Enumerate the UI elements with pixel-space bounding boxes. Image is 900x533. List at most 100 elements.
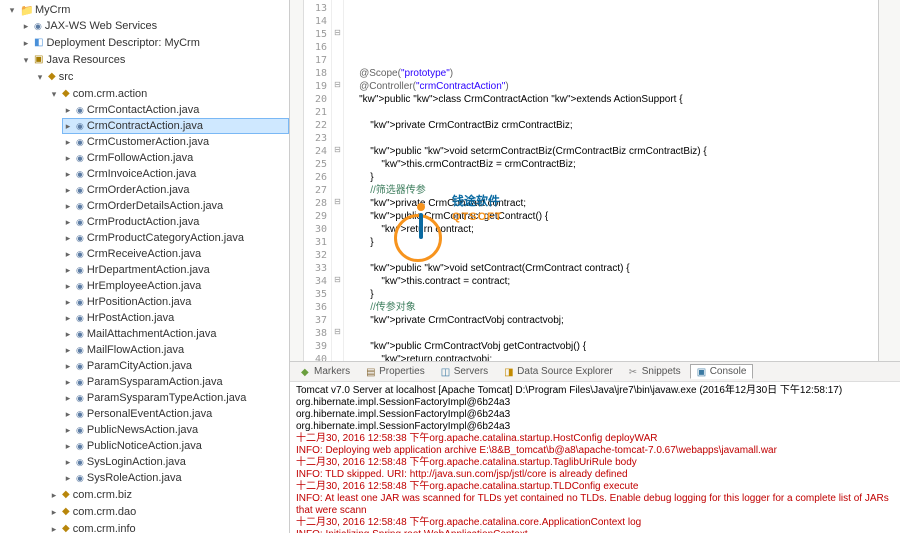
tree-file[interactable]: ▸CrmOrderAction.java [62,182,289,198]
java-file-icon [76,199,84,213]
chevron-right-icon[interactable]: ▸ [63,359,73,373]
code-line [348,106,874,119]
tree-label: HrEmployeeAction.java [87,279,201,293]
tree-label: com.crm.info [73,522,136,533]
tree-file[interactable]: ▸HrPositionAction.java [62,294,289,310]
chevron-right-icon[interactable]: ▸ [63,391,73,405]
chevron-right-icon[interactable]: ▸ [63,263,73,277]
tree-depdesc[interactable]: ▸ Deployment Descriptor: MyCrm [20,34,289,51]
tree-label: CrmInvoiceAction.java [87,167,196,181]
tree-label: CrmReceiveAction.java [87,247,201,261]
tree-file[interactable]: ▸ParamSysparamAction.java [62,374,289,390]
tree-label: MyCrm [35,3,70,17]
chevron-right-icon[interactable]: ▸ [63,423,73,437]
tab-servers[interactable]: Servers [434,364,495,379]
chevron-right-icon[interactable]: ▸ [63,199,73,213]
chevron-right-icon[interactable]: ▸ [63,167,73,181]
chevron-down-icon[interactable]: ▾ [49,87,59,101]
chevron-right-icon[interactable]: ▸ [63,439,73,453]
chevron-right-icon[interactable]: ▸ [63,343,73,357]
chevron-right-icon[interactable]: ▸ [63,327,73,341]
tab-snippets[interactable]: Snippets [622,364,688,379]
chevron-right-icon[interactable]: ▸ [63,119,73,133]
tree-file[interactable]: ▸ HrPostAction.java [62,310,289,326]
tree-file[interactable]: ▸CrmOrderDetailsAction.java [62,198,289,214]
java-file-icon [76,103,84,117]
tree-file[interactable]: ▸CrmCustomerAction.java [62,134,289,150]
tab-properties[interactable]: Properties [359,364,432,379]
chevron-right-icon[interactable]: ▸ [63,407,73,421]
overview-ruler[interactable] [878,0,900,361]
tree-file[interactable]: ▸CrmContactAction.java [62,102,289,118]
tree-file[interactable]: ▸CrmFollowAction.java [62,150,289,166]
tree-file[interactable]: ▸SysLoginAction.java [62,454,289,470]
console-output[interactable]: Tomcat v7.0 Server at localhost [Apache … [290,382,900,533]
chevron-down-icon[interactable]: ▾ [35,70,45,84]
chevron-right-icon[interactable]: ▸ [63,295,73,309]
tree-file[interactable]: ▸ParamSysparamTypeAction.java [62,390,289,406]
tree-label: Deployment Descriptor: MyCrm [46,36,199,50]
globe-icon [34,19,42,33]
java-file-icon [76,327,84,341]
tree-file[interactable]: ▸CrmContractAction.java [62,118,289,134]
tree-project[interactable]: ▾ MyCrm [6,2,289,18]
tree-label: src [59,70,74,84]
tab-markers[interactable]: Markers [294,364,357,379]
watermark-logo [394,188,449,243]
tree-file[interactable]: ▸ CrmInvoiceAction.java [62,166,289,182]
project-explorer[interactable]: ▾ MyCrm ▸JAX-WS Web Services ▸ Deployment… [0,0,290,533]
tab-console[interactable]: Console [690,364,754,379]
chevron-right-icon[interactable]: ▸ [63,231,73,245]
tree-file[interactable]: ▸MailFlowAction.java [62,342,289,358]
tab-data-source[interactable]: Data Source Explorer [497,364,620,379]
chevron-down-icon[interactable]: ▾ [21,53,31,67]
chevron-right-icon[interactable]: ▸ [63,151,73,165]
chevron-right-icon[interactable]: ▸ [63,183,73,197]
chevron-right-icon[interactable]: ▸ [21,36,31,50]
java-file-icon [76,407,84,421]
chevron-right-icon[interactable]: ▸ [49,522,59,533]
code-body[interactable]: 钱途软件 QTSOFT @Scope("prototype") @Control… [344,0,878,361]
chevron-right-icon[interactable]: ▸ [49,488,59,502]
bottom-panel: Markers Properties Servers Data Source E… [290,361,900,533]
code-editor[interactable]: 1314151617181920212223242526272829303132… [290,0,900,361]
chevron-right-icon[interactable]: ▸ [63,135,73,149]
tree-file[interactable]: ▸ HrDepartmentAction.java [62,262,289,278]
chevron-right-icon[interactable]: ▸ [63,375,73,389]
tree-pkg-dao[interactable]: ▸com.crm.dao [48,503,289,520]
chevron-right-icon[interactable]: ▸ [63,471,73,485]
tree-pkg-action[interactable]: ▾com.crm.action [48,85,289,102]
tree-file[interactable]: ▸MailAttachmentAction.java [62,326,289,342]
tree-src[interactable]: ▾ src [34,68,289,85]
tree-file[interactable]: ▸SysRoleAction.java [62,470,289,486]
java-file-icon [76,311,84,325]
tree-file[interactable]: ▸PersonalEventAction.java [62,406,289,422]
chevron-right-icon[interactable]: ▸ [63,247,73,261]
chevron-right-icon[interactable]: ▸ [63,311,73,325]
tree-file[interactable]: ▸ HrEmployeeAction.java [62,278,289,294]
fold-column[interactable]: ⊟ ⊟ ⊟ ⊟ ⊟ ⊟ ⊟ ⊟ [332,0,344,361]
console-line: INFO: At least one JAR was scanned for T… [296,493,894,517]
java-file-icon [76,375,84,389]
tree-label: HrDepartmentAction.java [87,263,210,277]
tree-jaxws[interactable]: ▸JAX-WS Web Services [20,18,289,34]
chevron-down-icon[interactable]: ▾ [7,3,17,17]
tree-java-resources[interactable]: ▾Java Resources [20,51,289,68]
tree-pkg-biz[interactable]: ▸com.crm.biz [48,486,289,503]
tree-file[interactable]: ▸CrmProductCategoryAction.java [62,230,289,246]
chevron-right-icon[interactable]: ▸ [63,215,73,229]
tree-pkg-info[interactable]: ▸ com.crm.info [48,520,289,533]
tree-file[interactable]: ▸ CrmReceiveAction.java [62,246,289,262]
chevron-right-icon[interactable]: ▸ [21,19,31,33]
chevron-right-icon[interactable]: ▸ [63,103,73,117]
tree-file[interactable]: ▸PublicNoticeAction.java [62,438,289,454]
tree-label: HrPostAction.java [87,311,174,325]
code-line: } [348,288,874,301]
tree-file[interactable]: ▸CrmProductAction.java [62,214,289,230]
tree-file[interactable]: ▸ParamCityAction.java [62,358,289,374]
tree-file[interactable]: ▸PublicNewsAction.java [62,422,289,438]
code-line: } [348,171,874,184]
chevron-right-icon[interactable]: ▸ [63,455,73,469]
chevron-right-icon[interactable]: ▸ [63,279,73,293]
chevron-right-icon[interactable]: ▸ [49,505,59,519]
